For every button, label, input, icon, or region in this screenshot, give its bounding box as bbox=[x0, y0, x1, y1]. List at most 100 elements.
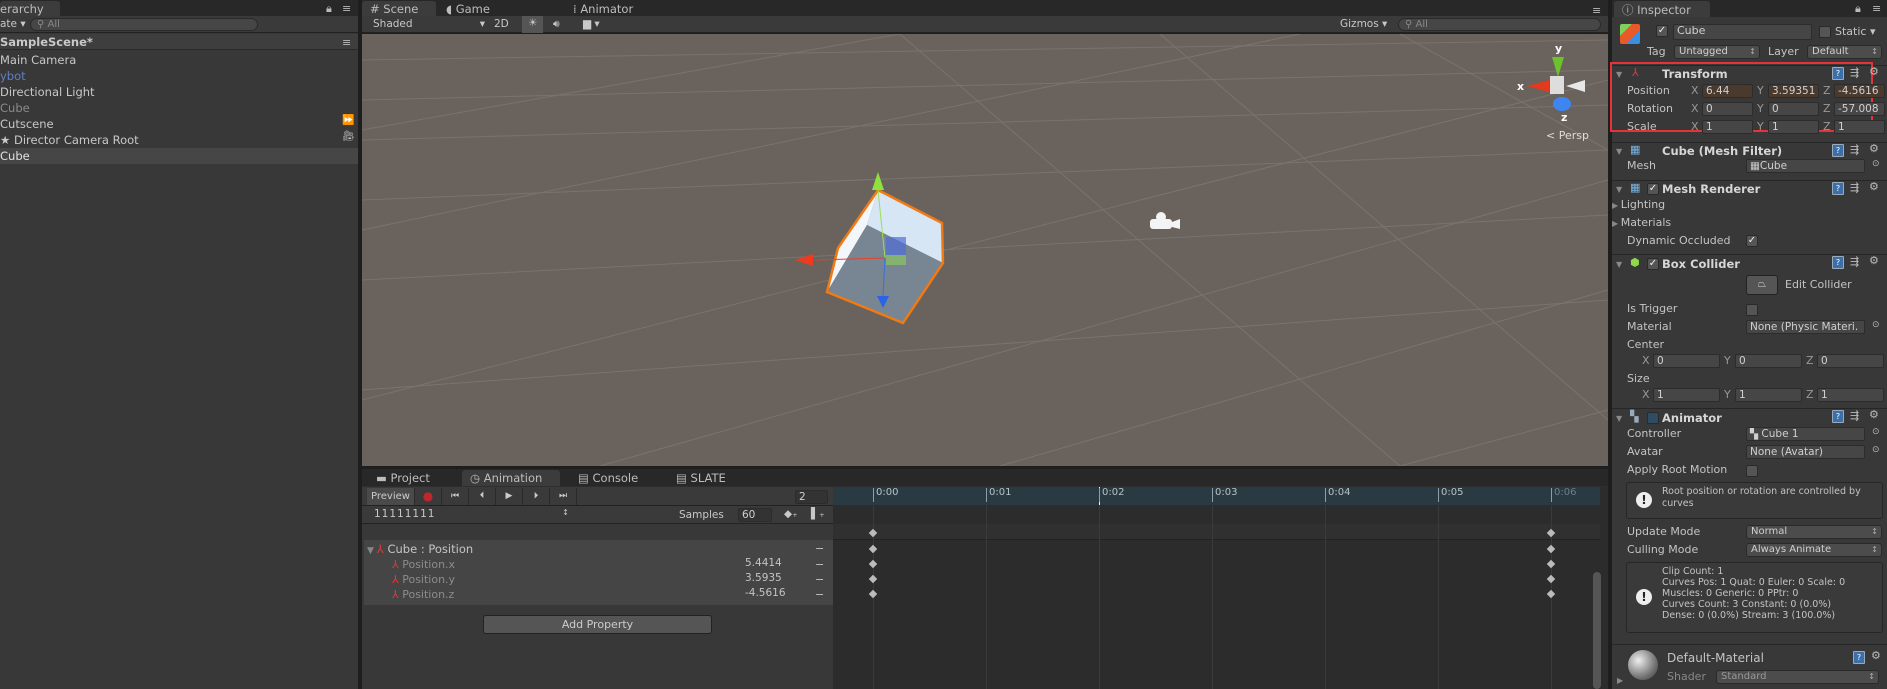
property-row[interactable]: ⅄ Position.z bbox=[392, 588, 454, 602]
apply-root-motion-checkbox[interactable] bbox=[1746, 465, 1758, 477]
transform-position-y-field[interactable]: 3.59351 bbox=[1768, 84, 1819, 98]
tab-inspector[interactable]: ⓘ Inspector bbox=[1614, 1, 1710, 17]
record-button[interactable]: ● bbox=[415, 488, 442, 505]
transform-rotation-x-field[interactable]: 0 bbox=[1702, 102, 1753, 116]
add-event-button[interactable]: ▌₊ bbox=[811, 508, 825, 520]
animator-enabled-checkbox[interactable] bbox=[1647, 412, 1659, 424]
frame-field[interactable]: 2 bbox=[795, 490, 828, 504]
clip-dropdown[interactable]: 11111111 ↕ bbox=[374, 508, 570, 520]
transform-position-z-field[interactable]: -4.5616 bbox=[1834, 84, 1885, 98]
tab-game[interactable]: ◖ Game bbox=[438, 1, 498, 17]
gear-icon[interactable]: ⚙ bbox=[1869, 408, 1879, 421]
add-keyframe-button[interactable]: ◆₊ bbox=[784, 508, 798, 520]
help-icon[interactable]: ? bbox=[1853, 651, 1865, 664]
property-group-remove[interactable]: − bbox=[815, 542, 824, 556]
prev-key-button[interactable]: ⏴ bbox=[469, 488, 496, 505]
dopesheet-scrollbar[interactable] bbox=[1593, 572, 1601, 689]
materials-foldout[interactable]: ▶ Materials bbox=[1612, 216, 1671, 231]
dynamic-occluded-checkbox[interactable]: ✓ bbox=[1746, 235, 1758, 247]
layer-dropdown[interactable]: Default bbox=[1807, 45, 1882, 59]
hierarchy-item[interactable]: Cube bbox=[0, 148, 358, 164]
property-value[interactable]: 3.5935 bbox=[745, 571, 782, 585]
property-row[interactable]: ⅄ Position.x bbox=[392, 558, 455, 572]
collider-center-x-field[interactable]: 0 bbox=[1653, 354, 1720, 368]
dopesheet[interactable] bbox=[833, 487, 1608, 689]
tab-project[interactable]: ▬ Project bbox=[368, 470, 438, 486]
object-picker-icon[interactable]: ⊙ bbox=[1872, 320, 1880, 330]
play-button[interactable]: ▶ bbox=[496, 488, 523, 505]
scene-search[interactable]: ⚲ All bbox=[1398, 18, 1601, 31]
help-icon[interactable]: ? bbox=[1832, 182, 1844, 195]
projection-label[interactable]: < Persp bbox=[1546, 129, 1589, 142]
collapse-triangle-icon[interactable]: ▼ bbox=[1616, 414, 1622, 423]
last-key-button[interactable]: ⏭ bbox=[550, 488, 577, 505]
static-label[interactable]: Static ▾ bbox=[1835, 25, 1875, 39]
hierarchy-item[interactable]: ★ Director Camera Root bbox=[0, 132, 358, 148]
lock-icon[interactable]: 🔒︎ bbox=[326, 2, 332, 16]
collider-center-z-field[interactable]: 0 bbox=[1817, 354, 1884, 368]
tab-animation[interactable]: ◷ Animation bbox=[462, 470, 560, 486]
preview-toggle[interactable]: Preview bbox=[367, 488, 415, 505]
property-remove-button[interactable]: − bbox=[815, 588, 824, 602]
transform-scale-x-field[interactable]: 1 bbox=[1702, 120, 1753, 134]
effects-dropdown[interactable]: ▆ ▾ bbox=[583, 18, 600, 30]
controller-field[interactable]: ▚ Cube 1 bbox=[1746, 427, 1865, 441]
expand-triangle-icon[interactable]: ▶ bbox=[1617, 676, 1623, 685]
next-key-button[interactable]: ⏵ bbox=[523, 488, 550, 505]
samples-field[interactable]: 60 bbox=[738, 508, 772, 522]
2d-toggle[interactable]: 2D bbox=[494, 18, 509, 30]
collapse-triangle-icon[interactable]: ▼ bbox=[1616, 260, 1622, 269]
scene-viewport[interactable]: y x z < Persp bbox=[362, 34, 1608, 466]
tag-dropdown[interactable]: Untagged bbox=[1674, 45, 1760, 59]
gear-icon[interactable]: ⚙ bbox=[1869, 142, 1879, 155]
tab-animator[interactable]: ⁞ Animator bbox=[565, 1, 641, 17]
transform-scale-z-field[interactable]: 1 bbox=[1834, 120, 1885, 134]
collider-center-y-field[interactable]: 0 bbox=[1735, 354, 1802, 368]
collider-size-z-field[interactable]: 1 bbox=[1817, 388, 1884, 402]
property-value[interactable]: 5.4414 bbox=[745, 556, 782, 570]
hierarchy-item[interactable]: Cube bbox=[0, 100, 358, 116]
gear-icon[interactable]: ⚙ bbox=[1869, 254, 1879, 267]
property-row[interactable]: ⅄ Position.y bbox=[392, 573, 455, 587]
collider-size-y-field[interactable]: 1 bbox=[1735, 388, 1802, 402]
add-property-button[interactable]: Add Property bbox=[483, 615, 712, 634]
tab-hierarchy[interactable]: erarchy bbox=[0, 1, 60, 17]
active-checkbox[interactable]: ✓ bbox=[1656, 25, 1668, 37]
update-mode-dropdown[interactable]: Normal bbox=[1746, 525, 1882, 539]
gear-icon[interactable]: ⚙ bbox=[1869, 65, 1879, 78]
transform-position-x-field[interactable]: 6.44 bbox=[1702, 84, 1753, 98]
transform-scale-y-field[interactable]: 1 bbox=[1768, 120, 1819, 134]
physic-material-field[interactable]: None (Physic Materi. bbox=[1746, 320, 1865, 334]
shader-dropdown[interactable]: Standard bbox=[1716, 670, 1879, 684]
hierarchy-search[interactable]: ⚲ All bbox=[30, 18, 258, 31]
property-group[interactable]: ▼ ⅄ Cube : Position bbox=[367, 542, 473, 558]
lock-icon[interactable]: 🔒︎ bbox=[1855, 2, 1861, 16]
mesh-field[interactable]: ▦Cube bbox=[1746, 159, 1865, 173]
tab-console[interactable]: ▤ Console bbox=[570, 470, 646, 486]
object-picker-icon[interactable]: ⊙ bbox=[1872, 427, 1880, 437]
gear-icon[interactable]: ⚙ bbox=[1871, 649, 1881, 662]
help-icon[interactable]: ? bbox=[1832, 67, 1844, 80]
audio-toggle[interactable]: 🔊︎ bbox=[553, 18, 560, 31]
object-name-field[interactable]: Cube bbox=[1673, 24, 1812, 40]
hierarchy-item[interactable]: Cutscene bbox=[0, 116, 358, 132]
scene-header[interactable]: SampleScene* bbox=[0, 34, 358, 50]
box-collider-enabled-checkbox[interactable]: ✓ bbox=[1647, 258, 1659, 270]
hierarchy-item[interactable]: ybot bbox=[0, 68, 358, 84]
menu-icon[interactable]: ≡ bbox=[1872, 2, 1881, 15]
culling-mode-dropdown[interactable]: Always Animate bbox=[1746, 543, 1882, 557]
scene-menu-icon[interactable]: ≡ bbox=[342, 36, 351, 49]
transform-rotation-z-field[interactable]: -57.008 bbox=[1834, 102, 1885, 116]
mesh-renderer-enabled-checkbox[interactable]: ✓ bbox=[1647, 183, 1659, 195]
lighting-toggle[interactable]: ☀ bbox=[522, 16, 544, 33]
first-key-button[interactable]: ⏮ bbox=[442, 488, 469, 505]
preset-icon[interactable]: ⇶ bbox=[1850, 181, 1859, 194]
preset-icon[interactable]: ⇶ bbox=[1850, 143, 1859, 156]
tab-slate[interactable]: ▤ SLATE bbox=[668, 470, 734, 486]
collapse-triangle-icon[interactable]: ▼ bbox=[1616, 185, 1622, 194]
preset-icon[interactable]: ⇶ bbox=[1850, 255, 1859, 268]
help-icon[interactable]: ? bbox=[1832, 144, 1844, 157]
avatar-field[interactable]: None (Avatar) bbox=[1746, 445, 1865, 459]
help-icon[interactable]: ? bbox=[1832, 256, 1844, 269]
collapse-triangle-icon[interactable]: ▼ bbox=[1616, 147, 1622, 156]
